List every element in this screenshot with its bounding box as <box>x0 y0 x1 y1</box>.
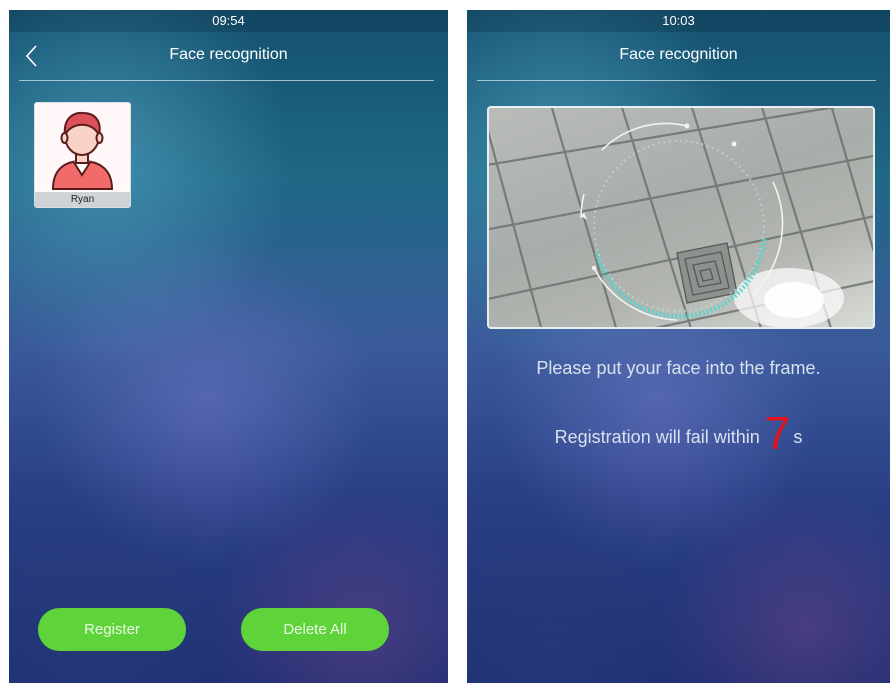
user-name: Ryan <box>35 192 130 207</box>
countdown-prefix: Registration will fail within <box>554 427 760 447</box>
delete-all-button[interactable]: Delete All <box>241 608 389 651</box>
page-title: Face recognition <box>619 46 738 63</box>
status-bar-time: 09:54 <box>9 10 448 32</box>
user-tile[interactable]: Ryan <box>34 102 131 208</box>
face-prompt-text: Please put your face into the frame. <box>536 358 821 378</box>
face-register-screen: 10:03 Face recognition Please put your f… <box>467 10 890 683</box>
header-divider <box>477 80 876 81</box>
header-divider <box>19 80 434 81</box>
page-title: Face recognition <box>169 46 288 63</box>
countdown-message: Registration will fail within 7 s <box>467 410 890 456</box>
user-avatar-icon <box>35 103 130 191</box>
countdown-seconds: 7 <box>764 407 791 459</box>
camera-preview <box>487 106 875 329</box>
face-list-screen: 09:54 Face recognition Ryan Register Del… <box>9 10 448 683</box>
register-button[interactable]: Register <box>38 608 186 651</box>
status-bar-time: 10:03 <box>467 10 890 32</box>
countdown-unit: s <box>793 427 803 447</box>
